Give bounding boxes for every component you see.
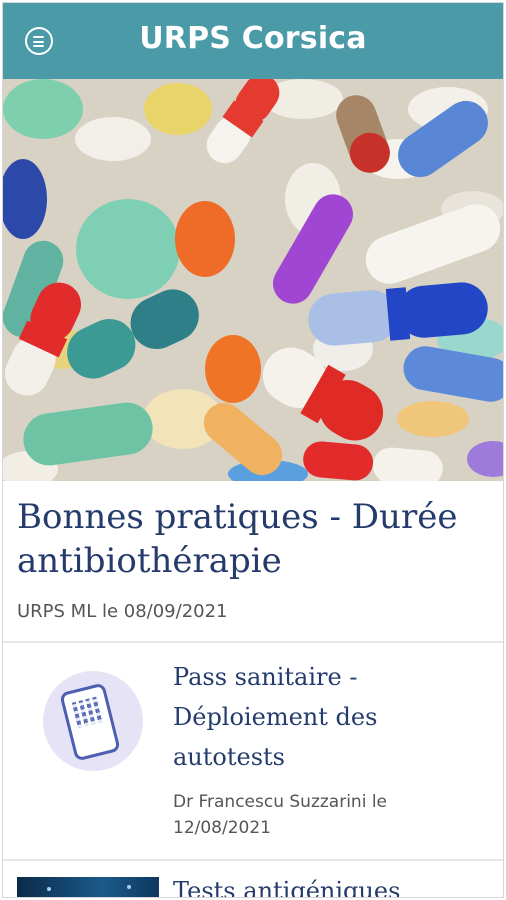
- featured-article[interactable]: Bonnes pratiques - Durée antibiothérapie…: [3, 481, 503, 643]
- featured-article-meta: URPS ML le 08/09/2021: [17, 601, 228, 622]
- network-tech-illustration: [17, 877, 159, 897]
- article-list-item[interactable]: Tests antigéniques: [3, 863, 503, 897]
- article-list-item[interactable]: Pass sanitaire - Déploiement des autotes…: [3, 643, 503, 861]
- colorful-pills-photo: [3, 79, 503, 481]
- app-header: URPS Corsica: [3, 3, 503, 79]
- article-title[interactable]: Tests antigéniques: [173, 877, 400, 897]
- article-title[interactable]: Pass sanitaire - Déploiement des autotes…: [173, 657, 493, 777]
- article-meta: Dr Francescu Suzzarini le 12/08/2021: [173, 792, 388, 838]
- tous-anticovid-phone-icon: [43, 671, 143, 771]
- featured-article-title[interactable]: Bonnes pratiques - Durée antibiothérapie: [17, 495, 487, 583]
- featured-article-image[interactable]: [3, 79, 503, 481]
- app-screen: URPS Corsica Bonnes pratiques - Durée an…: [2, 2, 504, 898]
- app-title: URPS Corsica: [139, 21, 367, 56]
